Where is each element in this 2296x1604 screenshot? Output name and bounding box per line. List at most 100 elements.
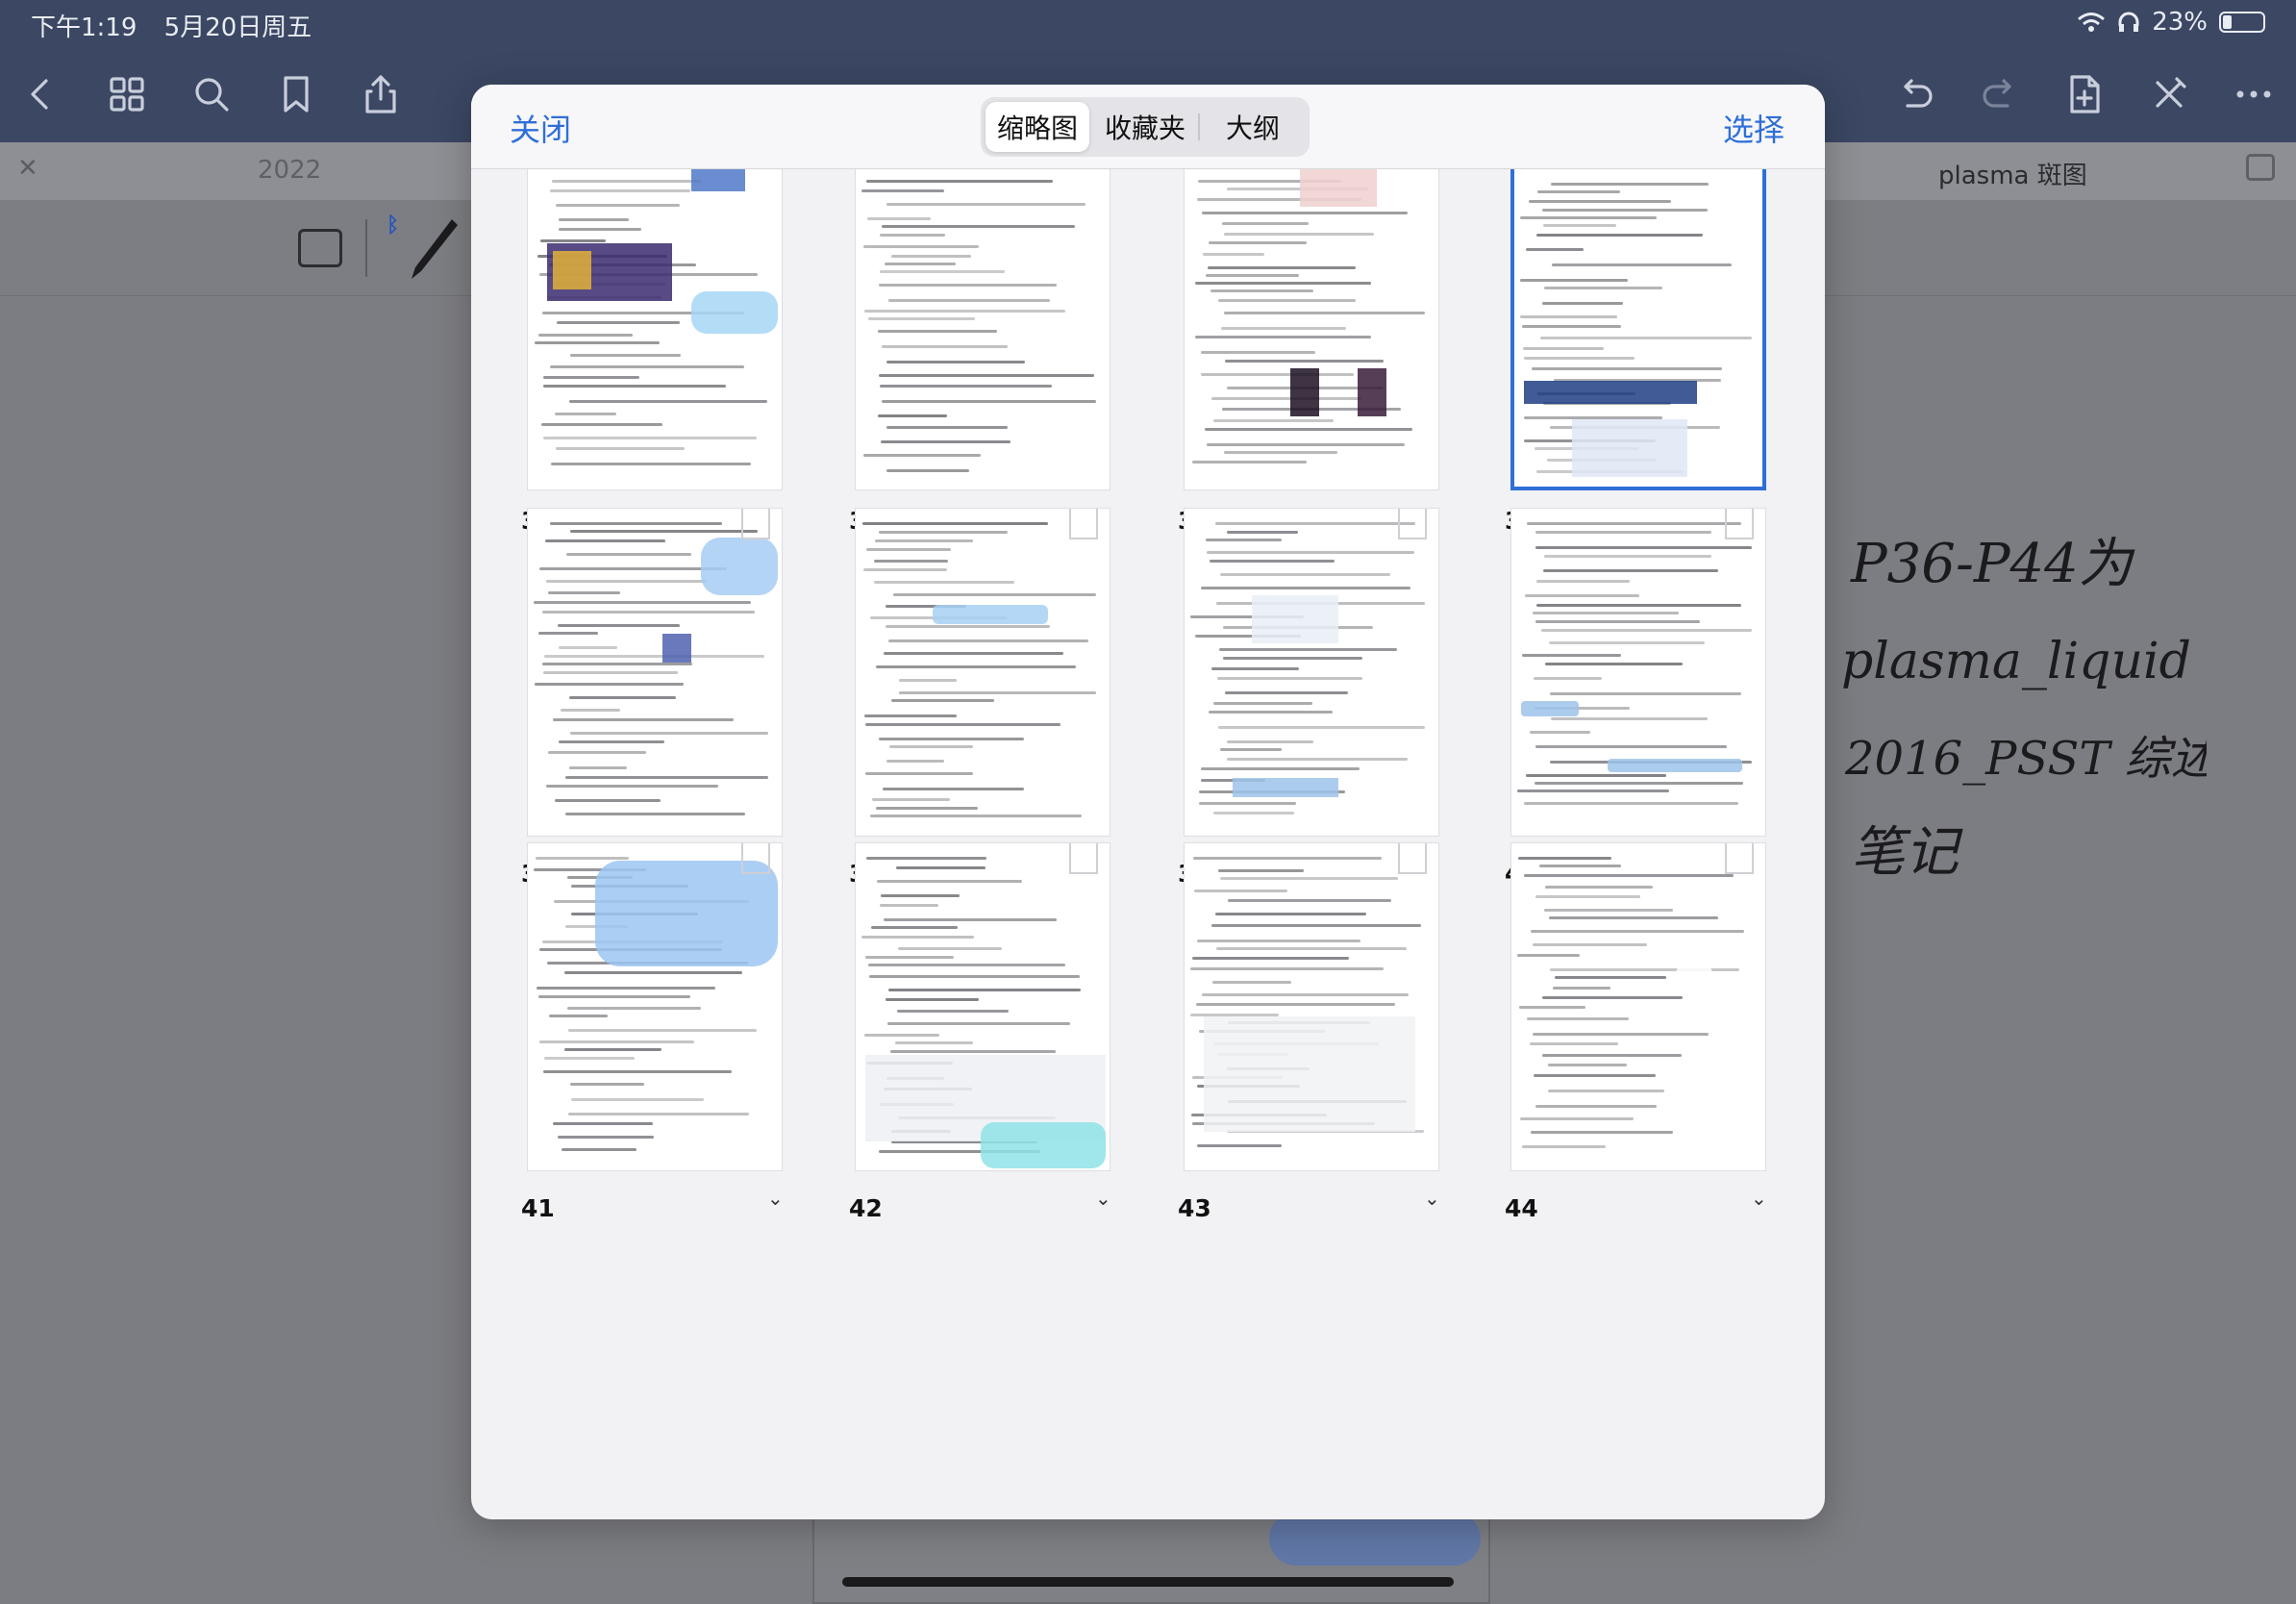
search-icon[interactable] (183, 65, 240, 123)
chevron-down-icon[interactable]: ⌄ (1095, 1187, 1111, 1210)
note-line (541, 423, 662, 426)
note-line (880, 234, 945, 237)
note-figure (1572, 419, 1687, 477)
bookmark-ribbon-icon[interactable] (1069, 843, 1098, 874)
chevron-down-icon[interactable]: ⌄ (1751, 1187, 1767, 1210)
note-line (559, 218, 629, 221)
note-line (880, 385, 1052, 388)
page-thumbnail-image[interactable] (1184, 169, 1439, 490)
note-line (884, 652, 1063, 655)
tab-2022[interactable]: 2022 (258, 156, 321, 185)
note-line (878, 414, 947, 417)
note-line (882, 345, 1008, 348)
note-line (896, 866, 986, 869)
bookmark-ribbon-icon[interactable] (1398, 509, 1427, 539)
note-line (570, 732, 768, 735)
note-line (564, 1048, 661, 1051)
note-line (552, 180, 701, 183)
bookmark-ribbon-icon[interactable] (1069, 509, 1098, 539)
note-line (862, 522, 1048, 525)
home-indicator[interactable] (842, 1577, 1454, 1587)
note-line (569, 696, 676, 699)
note-line (899, 679, 957, 682)
page-thumbnail-image[interactable] (1510, 169, 1766, 490)
segment-thumbnails[interactable]: 缩略图 (986, 102, 1089, 152)
note-line (1225, 360, 1384, 363)
note-line (1535, 531, 1711, 534)
tab-plasma[interactable]: plasma 斑图 (1938, 156, 2087, 191)
note-line (868, 964, 1065, 966)
share-icon[interactable] (352, 65, 410, 123)
note-line (1199, 802, 1296, 805)
note-line (1210, 289, 1313, 292)
shape-tool-icon[interactable] (298, 229, 342, 267)
note-line (1224, 451, 1337, 454)
chevron-down-icon[interactable]: ⌄ (767, 1187, 784, 1210)
bookmark-ribbon-icon[interactable] (1398, 843, 1427, 874)
handwriting-line-3: 2016_PSST 综述 (1844, 732, 2207, 786)
segment-outline[interactable]: 大纲 (1201, 102, 1305, 152)
note-line (861, 936, 974, 939)
note-line (888, 639, 1088, 642)
segment-favorites[interactable]: 收藏夹 (1093, 102, 1197, 152)
page-thumbnail-image[interactable] (527, 169, 783, 490)
note-line (1520, 315, 1617, 318)
note-line (1533, 1033, 1709, 1036)
note-line (535, 683, 684, 686)
note-line (1537, 190, 1620, 193)
note-line (1202, 993, 1409, 996)
split-view-icon[interactable] (2246, 154, 2275, 181)
page-thumbnail-image[interactable] (855, 508, 1111, 837)
page-thumbnail-image[interactable] (527, 508, 783, 837)
page-thumbnail-image[interactable] (1184, 842, 1439, 1171)
note-line (1213, 812, 1294, 815)
note-line (864, 714, 957, 717)
bookmark-ribbon-icon[interactable] (1725, 843, 1754, 874)
note-line (1550, 692, 1741, 695)
chevron-down-icon[interactable]: ⌄ (1424, 1187, 1440, 1210)
bookmark-ribbon-icon[interactable] (741, 509, 770, 539)
note-line (1218, 726, 1425, 729)
note-line (1213, 419, 1334, 422)
redo-icon[interactable] (1971, 65, 2029, 123)
note-line (559, 740, 664, 743)
note-line (1197, 940, 1360, 942)
page-thumbnail-image[interactable] (527, 842, 783, 1171)
close-tools-icon[interactable] (2140, 65, 2198, 123)
pen-tool-icon[interactable] (402, 213, 460, 287)
note-line (878, 330, 997, 333)
page-thumbnail-image[interactable] (1510, 842, 1766, 1171)
select-button[interactable]: 选择 (1723, 106, 1784, 150)
chevron-left-icon[interactable] (12, 65, 69, 123)
note-line (1541, 629, 1752, 632)
page-thumbnail-image[interactable] (855, 842, 1111, 1171)
grid-icon[interactable] (98, 65, 156, 123)
more-icon[interactable] (2225, 65, 2283, 123)
note-line (861, 189, 944, 192)
note-line (1535, 745, 1727, 748)
page-thumbnail-image[interactable] (1510, 508, 1766, 837)
note-line (1193, 857, 1382, 860)
note-line (558, 1136, 654, 1139)
page-thumbnail-image[interactable] (855, 169, 1111, 490)
undo-icon[interactable] (1886, 65, 1944, 123)
status-bar: 下午1:19 5月20日周五 23% (0, 0, 2296, 46)
note-line (865, 956, 954, 959)
note-line (1206, 539, 1282, 541)
note-line (876, 665, 1076, 668)
close-button[interactable]: 关闭 (510, 106, 571, 150)
note-line (539, 1040, 694, 1043)
add-page-icon[interactable] (2056, 65, 2113, 123)
bookmark-ribbon-icon[interactable] (1725, 509, 1754, 539)
note-line (1526, 248, 1584, 251)
page-thumbnail-image[interactable] (1184, 508, 1439, 837)
note-line (1535, 1105, 1657, 1108)
note-line (867, 217, 931, 220)
note-line (864, 1034, 939, 1037)
note-line (1220, 877, 1398, 880)
tab-close-icon[interactable]: ✕ (17, 154, 38, 183)
bookmark-icon[interactable] (267, 65, 325, 123)
note-line (1207, 551, 1414, 554)
note-line (1197, 1144, 1282, 1147)
bookmark-ribbon-icon[interactable] (741, 843, 770, 874)
